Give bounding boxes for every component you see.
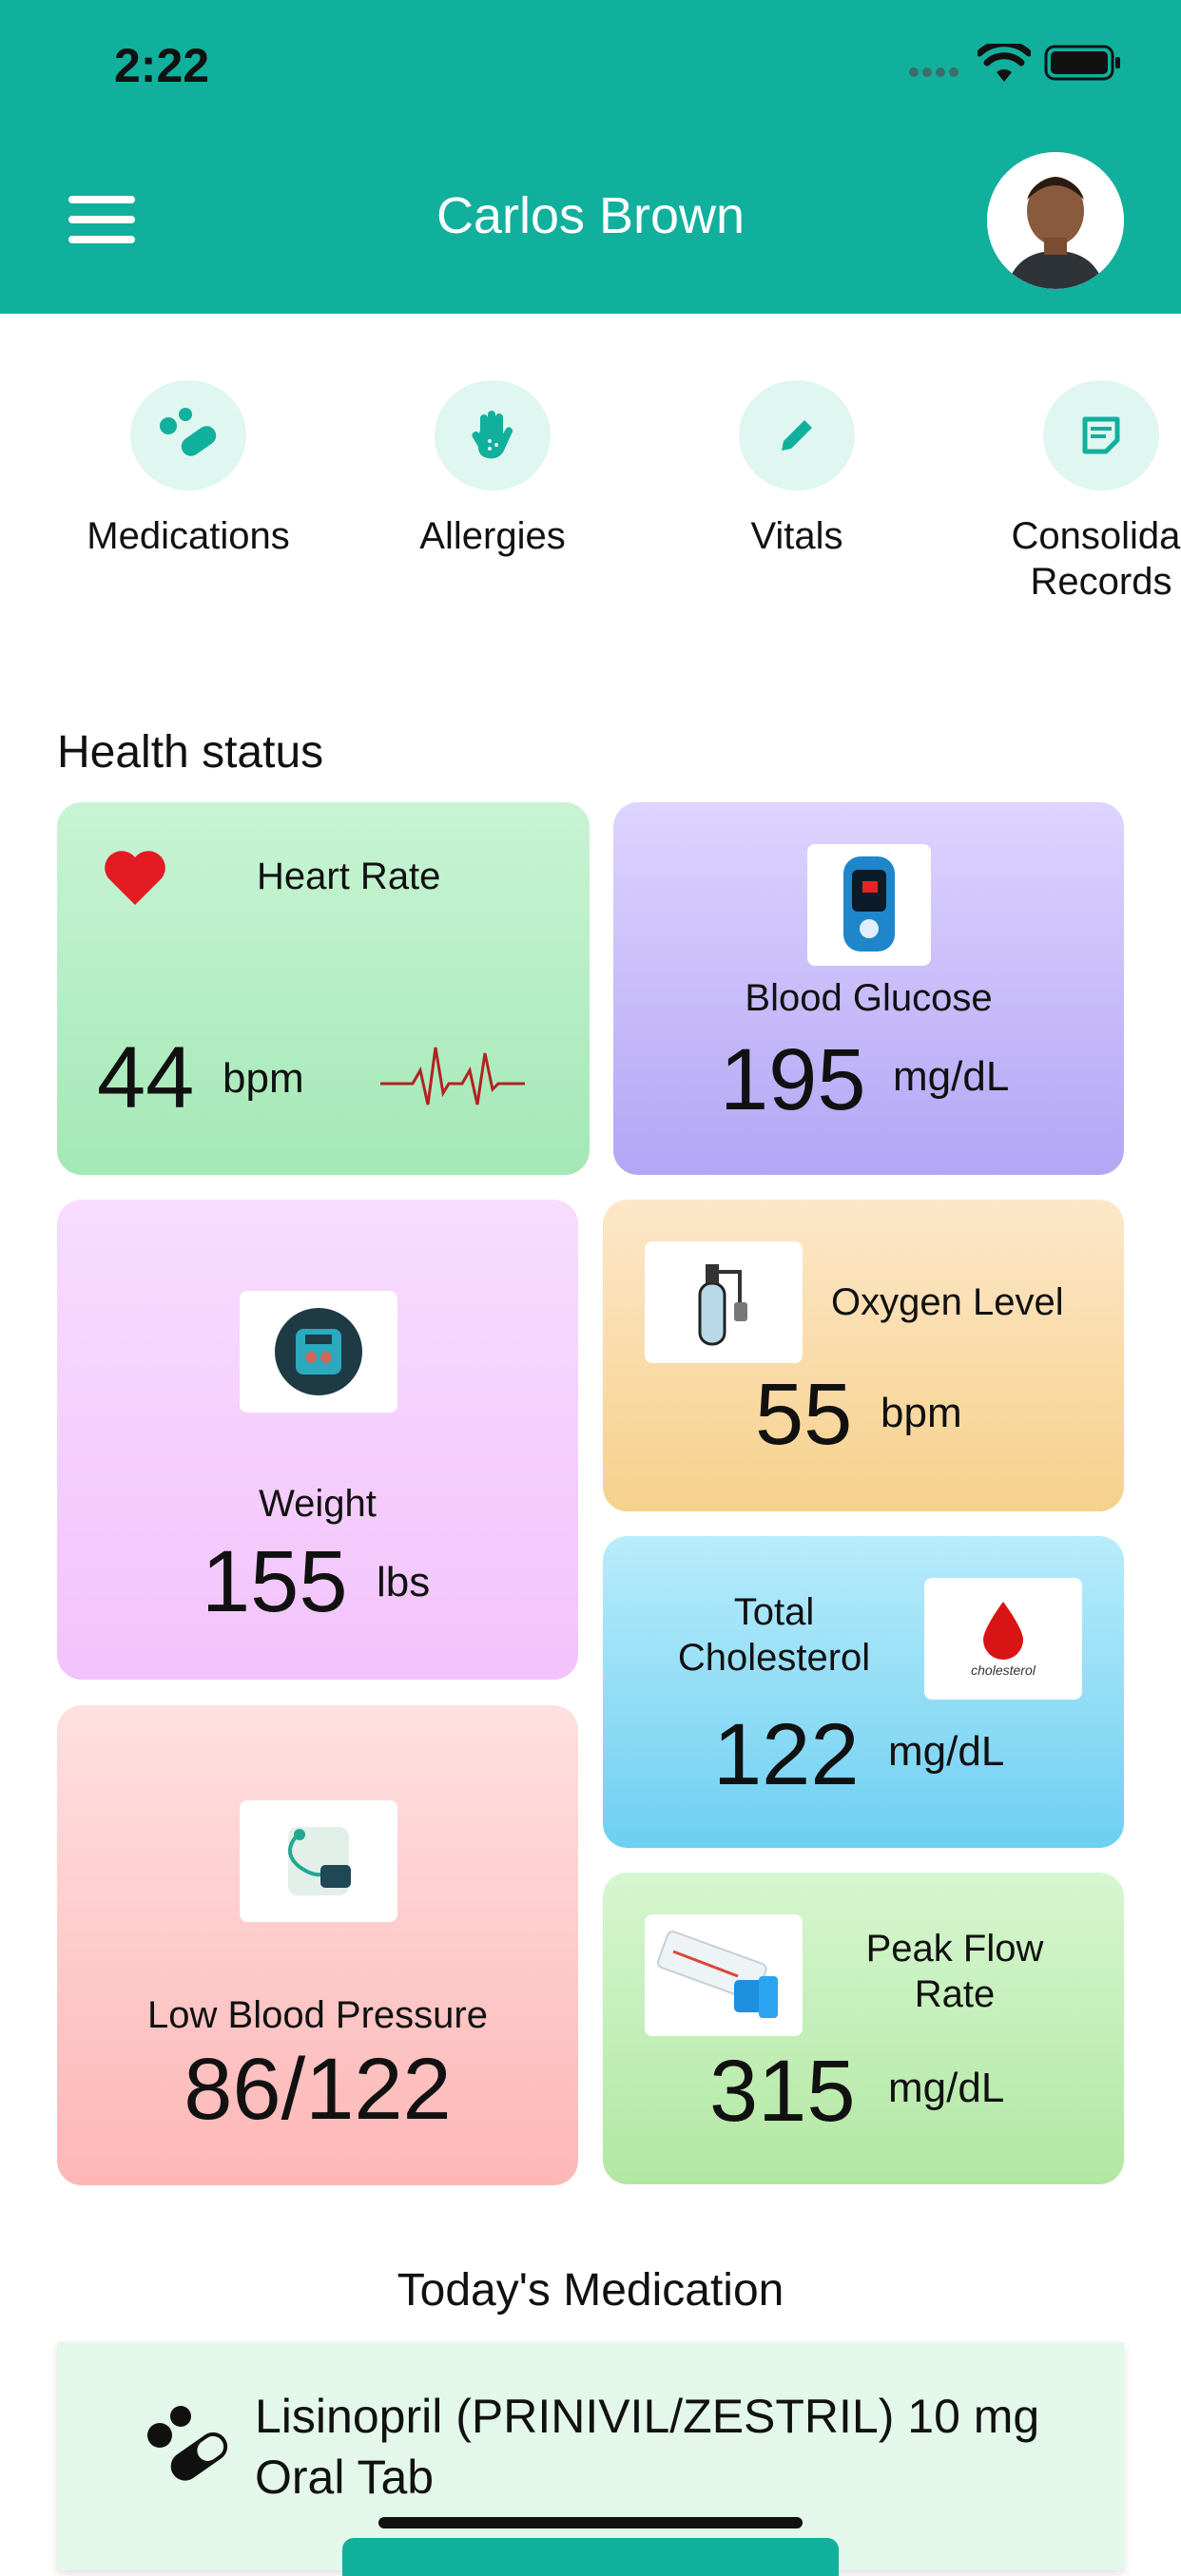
weight-value: 155 [202,1533,348,1630]
section-title-todays-medication: Today's Medication [397,2265,784,2316]
weight-card[interactable]: Weight 155 lbs [57,1200,578,1680]
peak-flow-rate-value: 315 [709,2043,856,2140]
blood-glucose-card[interactable]: Blood Glucose 195 mg/dL [613,802,1124,1175]
medication-name: Lisinopril (PRINIVIL/ZESTRIL) 10 mg Oral… [255,2390,1040,2504]
blood-drop-icon: cholesterol [924,1578,1082,1700]
blood-pressure-monitor-icon [240,1800,397,1922]
quick-action-label: Medications [87,515,290,557]
oxygen-level-label: Oxygen Level [831,1281,1064,1323]
quick-action-label: Vitals [750,515,843,557]
heart-rate-value: 44 [97,1029,195,1126]
heart-rate-label: Heart Rate [257,855,441,897]
glucose-meter-icon [807,844,931,966]
quick-action-vitals[interactable]: Vitals [645,380,949,559]
quick-action-medications[interactable]: Medications [36,380,340,559]
heart-rate-unit: bpm [223,1055,304,1102]
hand-icon [435,380,551,490]
peak-flow-rate-card[interactable]: Peak Flow Rate 315 mg/dL [603,1873,1124,2184]
pills-icon [139,2401,234,2487]
total-cholesterol-card[interactable]: Total Cholesterol cholesterol 122 mg/dL [603,1536,1124,1848]
avatar[interactable] [987,152,1124,289]
weight-label: Weight [259,1483,377,1525]
cholesterol-badge-text: cholesterol [971,1663,1036,1678]
total-cholesterol-value: 122 [713,1706,860,1803]
pills-icon [130,380,246,490]
signal-icon [908,63,965,87]
blood-glucose-unit: mg/dL [893,1053,1010,1100]
peak-flow-rate-label: Peak Flow Rate [865,1928,1044,2015]
blood-glucose-label: Blood Glucose [745,977,993,1019]
blood-glucose-value: 195 [720,1031,866,1128]
ecg-icon [380,1042,525,1123]
oxygen-level-card[interactable]: Oxygen Level 55 bpm [603,1200,1124,1511]
low-blood-pressure-card[interactable]: Low Blood Pressure 86/122 [57,1705,578,2185]
weight-unit: lbs [377,1559,431,1605]
pencil-icon [739,380,855,490]
bottom-action-button[interactable] [342,2538,839,2576]
low-blood-pressure-value: 86/122 [184,2041,452,2138]
battery-icon [1044,44,1122,87]
home-indicator [378,2517,803,2528]
status-time: 2:22 [114,39,210,92]
oxygen-tank-icon [645,1241,803,1363]
quick-action-consolidated-records[interactable]: Consolidat Records [949,380,1181,605]
section-title-health-status: Health status [57,727,324,778]
scale-icon [240,1291,397,1413]
heart-icon [103,850,167,912]
quick-action-label: Consolidat Records [1011,515,1181,603]
oxygen-level-unit: bpm [881,1390,962,1436]
peak-flow-meter-icon [645,1914,803,2036]
oxygen-level-value: 55 [755,1366,853,1463]
total-cholesterol-label: Total Cholesterol [677,1591,871,1679]
wifi-icon [976,40,1033,88]
quick-action-allergies[interactable]: Allergies [340,380,645,559]
note-icon [1043,380,1159,490]
quick-action-label: Allergies [419,515,566,557]
total-cholesterol-unit: mg/dL [888,1728,1005,1775]
low-blood-pressure-label: Low Blood Pressure [147,1994,488,2036]
peak-flow-rate-unit: mg/dL [888,2065,1005,2111]
heart-rate-card[interactable]: Heart Rate 44 bpm [57,802,590,1175]
